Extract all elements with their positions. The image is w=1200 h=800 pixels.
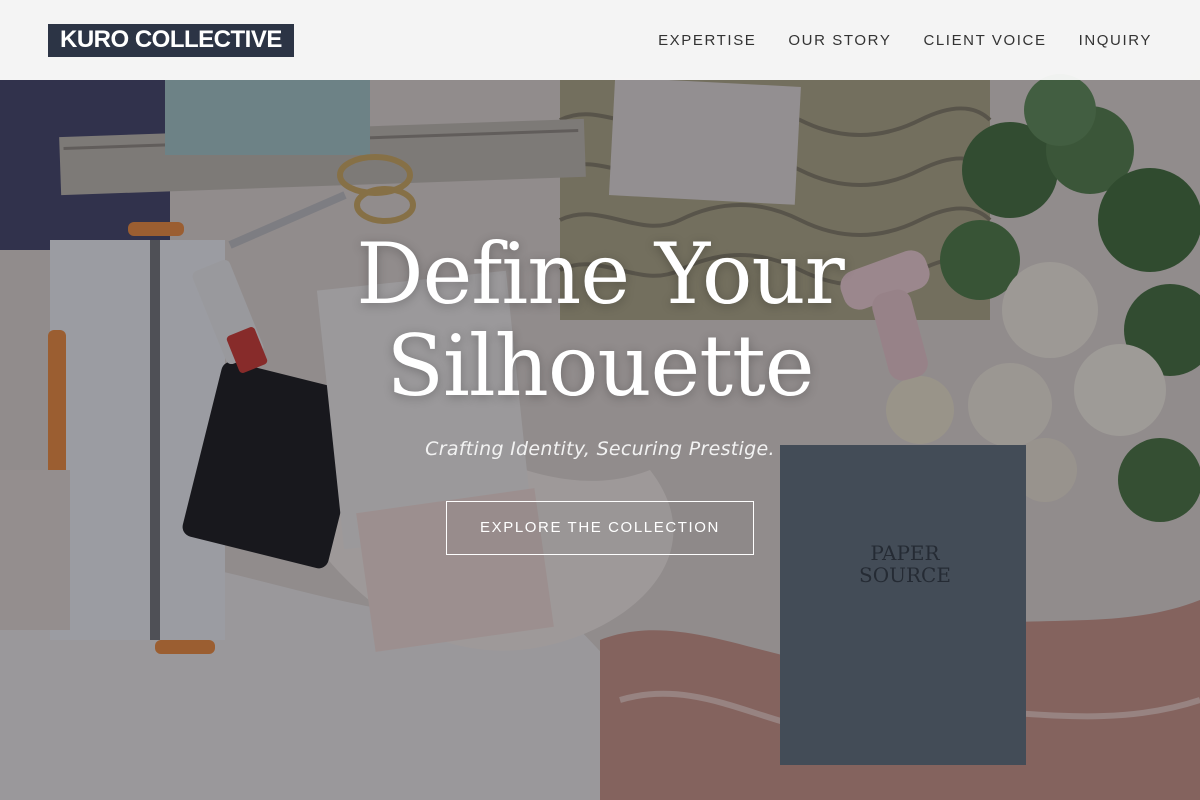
nav-link-expertise[interactable]: EXPERTISE [658,32,756,49]
main-nav: EXPERTISE OUR STORY CLIENT VOICE INQUIRY [658,32,1152,49]
hero-content: Define Your Silhouette Crafting Identity… [0,228,1200,555]
hero-title: Define Your Silhouette [0,228,1200,412]
nav-link-client-voice[interactable]: CLIENT VOICE [923,32,1046,49]
nav-link-our-story[interactable]: OUR STORY [788,32,891,49]
site-header: KURO COLLECTIVE EXPERTISE OUR STORY CLIE… [0,0,1200,80]
nav-link-inquiry[interactable]: INQUIRY [1079,32,1152,49]
hero-title-line-1: Define Your [356,225,845,323]
hero-title-line-2: Silhouette [386,317,815,415]
brand-logo[interactable]: KURO COLLECTIVE [48,23,294,57]
explore-collection-button[interactable]: EXPLORE THE COLLECTION [446,501,754,555]
hero-subtitle: Crafting Identity, Securing Prestige. [425,438,775,460]
